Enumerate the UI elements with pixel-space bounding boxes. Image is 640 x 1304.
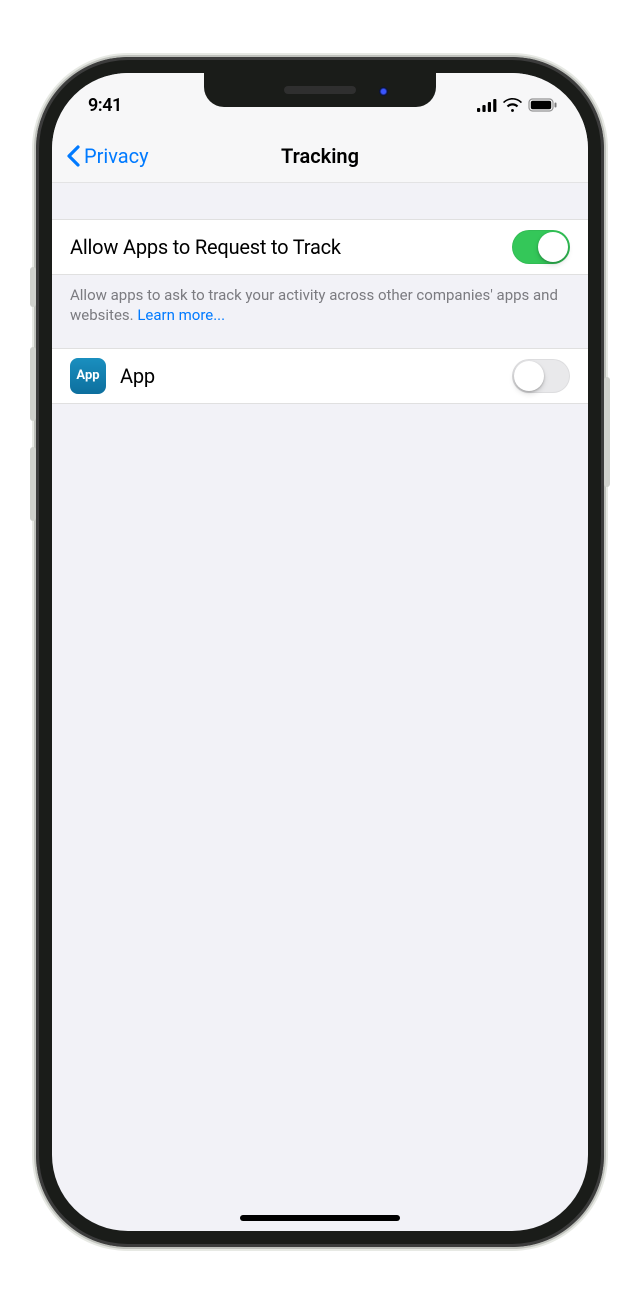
status-time: 9:41 bbox=[88, 95, 122, 116]
helper-text: Allow apps to ask to track your activity… bbox=[52, 275, 588, 348]
home-indicator[interactable] bbox=[240, 1215, 400, 1221]
app-row: App App bbox=[52, 348, 588, 404]
settings-content: Allow Apps to Request to Track Allow app… bbox=[52, 183, 588, 404]
notch bbox=[204, 73, 436, 107]
screen: 9:41 Privacy Tracking Allow Apps to Requ… bbox=[52, 73, 588, 1231]
volume-up-button bbox=[30, 347, 36, 421]
learn-more-link[interactable]: Learn more... bbox=[137, 306, 225, 324]
allow-apps-request-label: Allow Apps to Request to Track bbox=[70, 235, 341, 259]
allow-apps-request-toggle[interactable] bbox=[512, 230, 570, 264]
app-name: App bbox=[120, 364, 155, 388]
wifi-icon bbox=[503, 98, 522, 112]
app-tracking-toggle[interactable] bbox=[512, 359, 570, 393]
volume-down-button bbox=[30, 447, 36, 521]
battery-icon bbox=[528, 98, 558, 112]
phone-frame: 9:41 Privacy Tracking Allow Apps to Requ… bbox=[36, 57, 604, 1247]
back-label: Privacy bbox=[84, 144, 149, 168]
chevron-left-icon bbox=[66, 145, 80, 167]
nav-bar: Privacy Tracking bbox=[52, 129, 588, 183]
mute-switch bbox=[30, 267, 36, 307]
side-button bbox=[604, 377, 610, 487]
allow-apps-request-row: Allow Apps to Request to Track bbox=[52, 219, 588, 275]
status-icons bbox=[477, 98, 558, 112]
app-icon: App bbox=[70, 358, 106, 394]
back-button[interactable]: Privacy bbox=[52, 144, 149, 168]
cellular-icon bbox=[477, 99, 497, 112]
